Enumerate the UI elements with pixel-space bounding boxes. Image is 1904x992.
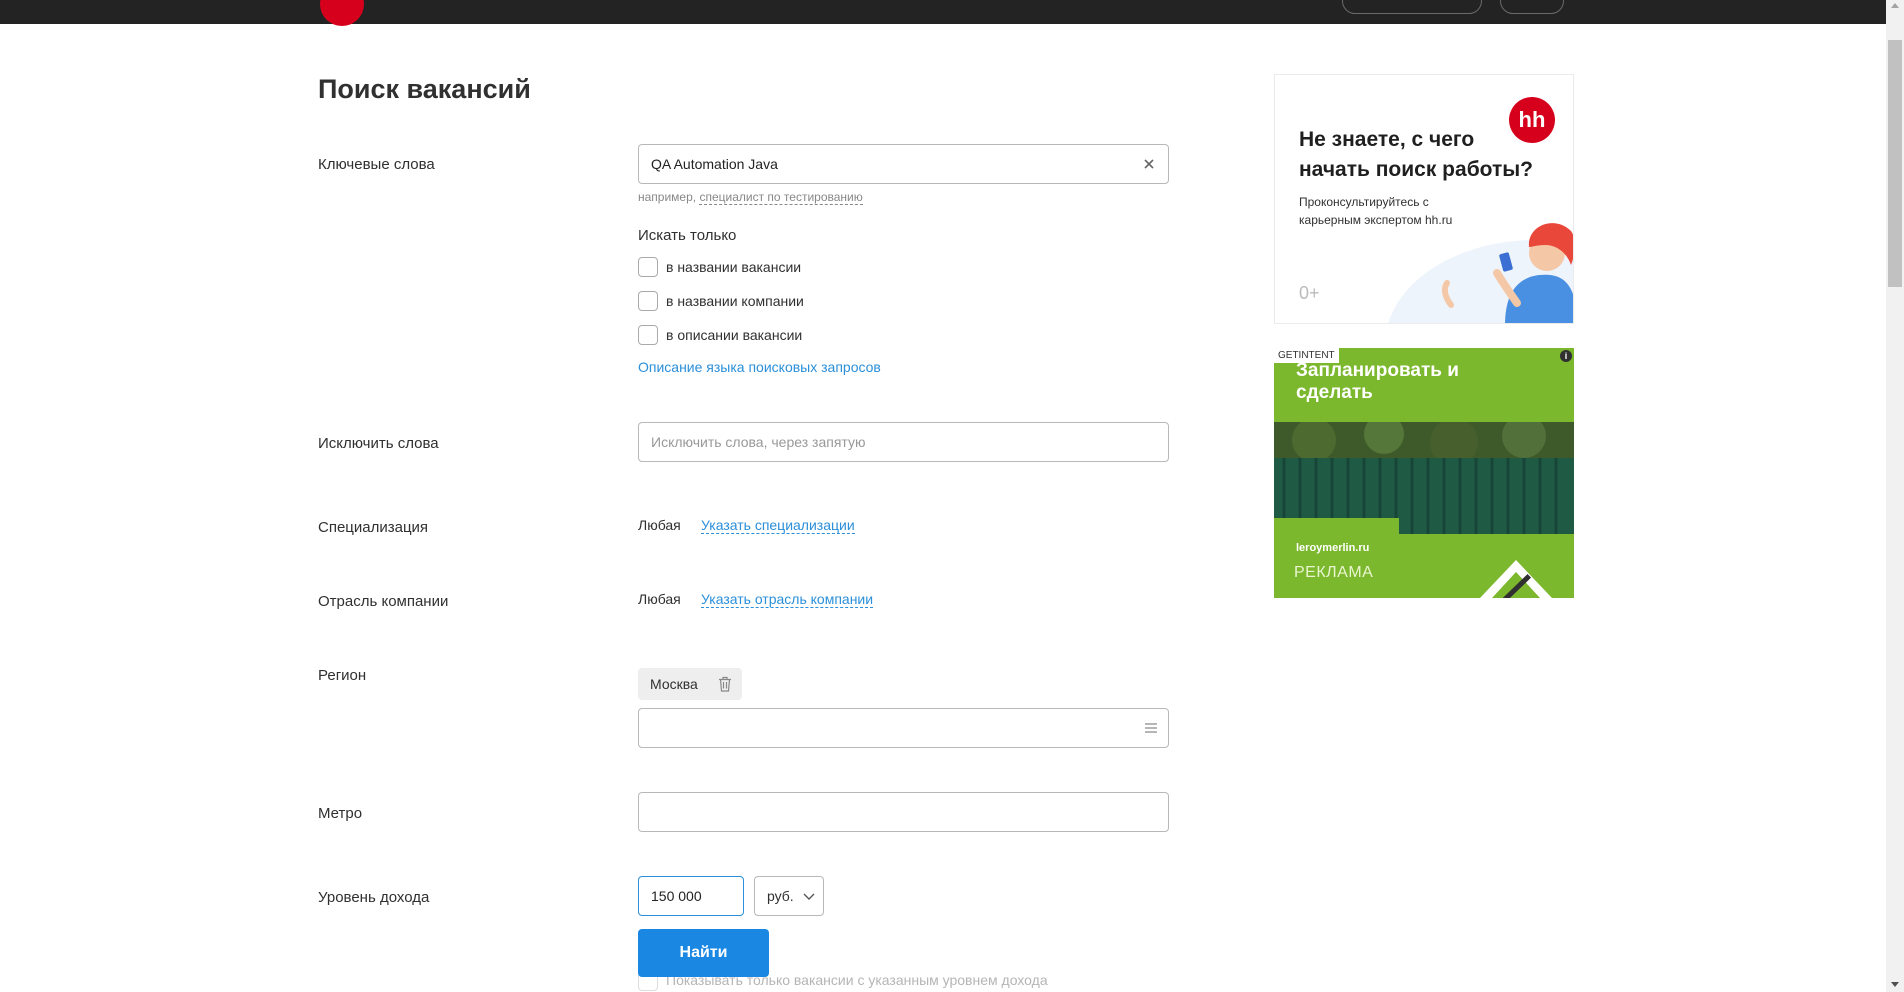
salary-field[interactable] — [638, 876, 744, 916]
scroll-down-arrow-icon[interactable] — [1891, 982, 1899, 987]
clear-icon[interactable] — [1140, 155, 1158, 173]
salary-input[interactable] — [639, 877, 743, 915]
region-tag: Москва — [638, 668, 742, 700]
currency-value: руб. — [767, 888, 794, 904]
age-rating: 0+ — [1299, 283, 1320, 303]
checkbox[interactable] — [638, 257, 658, 277]
ad-domain: leroymerlin.ru — [1296, 542, 1370, 554]
region-tag-label: Москва — [650, 676, 698, 692]
ad-info-icon[interactable]: i — [1560, 350, 1572, 362]
hint-prefix: например, — [638, 190, 697, 204]
checkbox-label: в названии вакансии — [666, 259, 802, 275]
ad-title: Не знаете, с чего начать поиск работы? — [1299, 128, 1534, 181]
industry-label: Отрасль компании — [318, 593, 449, 610]
metro-label: Метро — [318, 805, 363, 822]
exclude-field[interactable] — [638, 422, 1169, 462]
checkbox-label: в описании вакансии — [666, 327, 803, 343]
query-language-link[interactable]: Описание языка поисковых запросов — [638, 359, 881, 375]
specialization-link-wrap: Указать специализации — [701, 517, 855, 535]
scroll-up-arrow-icon[interactable] — [1891, 3, 1899, 8]
list-icon[interactable] — [1144, 722, 1158, 734]
trash-icon[interactable] — [718, 676, 732, 692]
region-input[interactable] — [639, 709, 1168, 747]
hint-example-link[interactable]: специалист по тестированию — [699, 190, 863, 205]
ad-title: Запланировать и сделать — [1296, 360, 1459, 403]
checkbox-label: в названии компании — [666, 293, 804, 309]
checkbox[interactable] — [638, 291, 658, 311]
fence-photo — [1274, 422, 1574, 548]
salary-label: Уровень дохода — [318, 889, 430, 906]
exclude-label: Исключить слова — [318, 435, 439, 452]
keywords-label: Ключевые слова — [318, 156, 435, 173]
metro-field[interactable] — [638, 792, 1169, 832]
keywords-field[interactable] — [638, 144, 1169, 184]
region-field[interactable] — [638, 708, 1169, 748]
header-button-small[interactable] — [1500, 0, 1564, 14]
search-only-label: Искать только — [638, 227, 737, 244]
site-header — [0, 0, 1886, 26]
page-scrollbar[interactable] — [1886, 0, 1904, 992]
keywords-input[interactable] — [639, 145, 1168, 183]
find-button[interactable]: Найти — [638, 929, 769, 977]
career-consult-ad[interactable]: hh Не знаете, с чего начать поиск работы… — [1274, 74, 1574, 324]
checkbox[interactable] — [638, 325, 658, 345]
specialization-value: Любая — [638, 517, 681, 533]
industry-value: Любая — [638, 591, 681, 607]
leroy-merlin-ad[interactable]: GETINTENT i Запланировать и сделать lero… — [1274, 348, 1574, 598]
specify-specialization-link[interactable]: Указать специализации — [701, 517, 855, 534]
currency-select[interactable]: руб. — [754, 876, 824, 916]
header-button[interactable] — [1342, 0, 1482, 14]
hh-logo[interactable] — [320, 0, 364, 26]
metro-input[interactable] — [639, 793, 1168, 831]
region-label: Регион — [318, 667, 367, 684]
keywords-hint: например, специалист по тестированию — [638, 190, 863, 205]
ad-label: РЕКЛАМА — [1294, 564, 1374, 581]
ad-text: Проконсультируйтесь с карьерным эксперто… — [1299, 195, 1453, 227]
scrollbar-thumb[interactable] — [1888, 40, 1902, 287]
exclude-input[interactable] — [639, 423, 1168, 461]
leroy-merlin-logo-icon — [1480, 560, 1552, 598]
industry-link-wrap: Указать отрасль компании — [701, 591, 874, 609]
specify-industry-link[interactable]: Указать отрасль компании — [701, 591, 874, 608]
specialization-label: Специализация — [318, 519, 429, 536]
chevron-down-icon — [803, 893, 815, 900]
page-title: Поиск вакансий — [318, 74, 531, 104]
